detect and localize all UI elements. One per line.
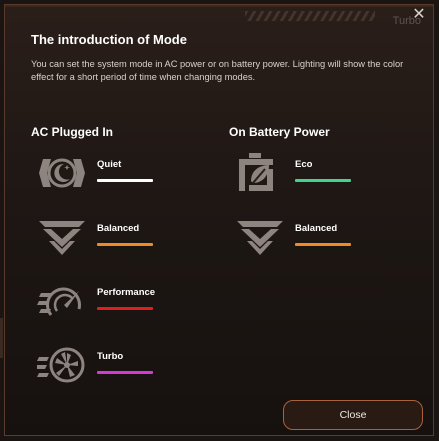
mode-label: Balanced [97,223,140,234]
top-border [5,5,433,7]
balanced-chevron-icon [237,221,283,255]
performance-color-bar [97,307,153,310]
battery-heading: On Battery Power [229,125,330,139]
close-x-icon[interactable]: ✕ [411,7,427,23]
mode-label: Quiet [97,159,122,170]
side-scroll-handle [0,318,3,358]
quiet-moon-icon [39,158,85,188]
mode-label: Performance [97,287,156,298]
turbo-fan-icon [37,347,85,383]
mode-introduction-dialog: Turbo ✕ The introduction of Mode You can… [4,4,434,436]
ac-mode-balanced: Balanced [37,215,207,265]
ac-heading: AC Plugged In [31,125,113,139]
performance-gauge-icon [37,287,81,316]
eco-battery-leaf-icon [239,153,273,191]
dialog-description: You can set the system mode in AC power … [31,59,404,82]
decorative-stripes [245,11,375,21]
close-button[interactable]: Close [283,400,423,430]
battery-mode-balanced: Balanced [235,215,405,265]
mode-label: Turbo [97,351,124,362]
ac-mode-turbo: Turbo [37,343,207,393]
mode-label: Balanced [295,223,338,234]
mode-label: Eco [295,159,313,170]
balanced-color-bar [97,243,153,246]
title-bar: Turbo ✕ [5,5,433,27]
ac-mode-performance: Performance [37,279,207,329]
balanced-color-bar [295,243,351,246]
ac-mode-quiet: Quiet [37,151,207,201]
quiet-color-bar [97,179,153,182]
balanced-chevron-icon [39,221,85,255]
dialog-title: The introduction of Mode [31,32,187,47]
battery-mode-eco: Eco [235,151,405,201]
turbo-color-bar [97,371,153,374]
eco-color-bar [295,179,351,182]
